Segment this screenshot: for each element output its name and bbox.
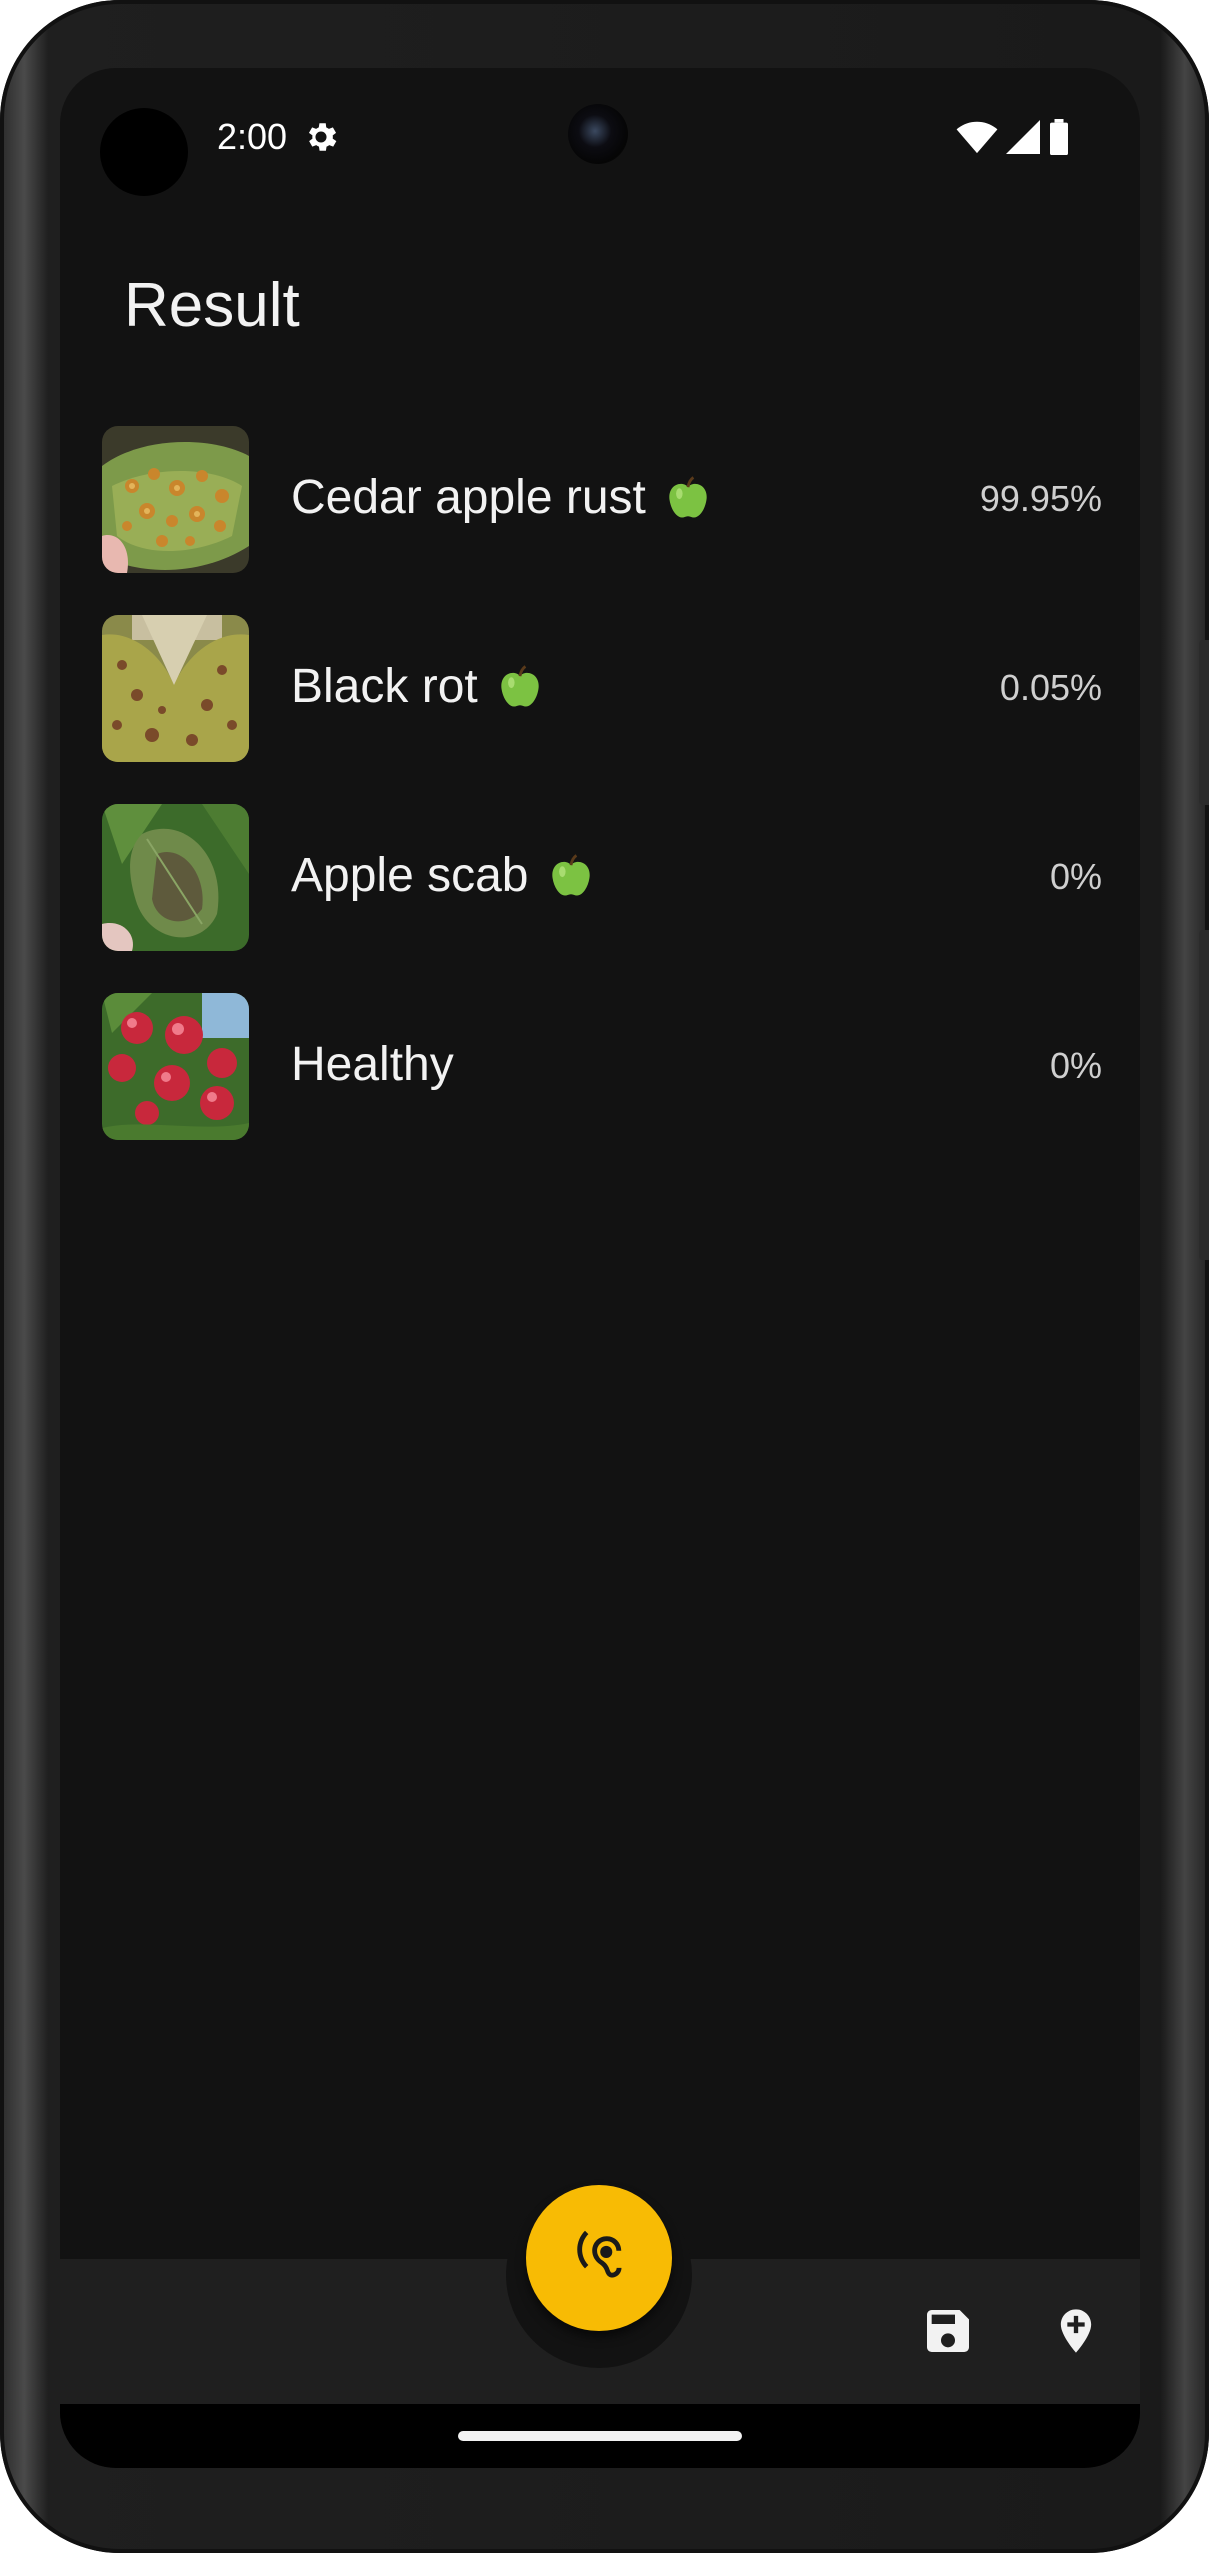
status-time: 2:00	[217, 116, 288, 157]
status-avatar	[100, 108, 188, 196]
cedar-apple-rust-thumbnail	[102, 426, 249, 573]
result-name: Black rot	[291, 660, 478, 713]
result-percent: 0.05%	[999, 667, 1102, 708]
app-screen: 2:00 Result Cedar apple rust 99.95% Blac…	[60, 68, 1140, 2468]
result-percent: 99.95%	[979, 478, 1102, 519]
list-item[interactable]: Black rot 0.05%	[102, 615, 1102, 804]
list-item[interactable]: Apple scab 0%	[102, 804, 1102, 993]
result-name: Apple scab	[291, 849, 529, 902]
result-label: Healthy	[291, 1037, 454, 1092]
power-button	[1199, 640, 1209, 805]
result-label: Apple scab	[291, 848, 597, 903]
result-percent: 0%	[1049, 856, 1102, 897]
save-button[interactable]	[916, 2299, 980, 2363]
list-item[interactable]: Healthy 0%	[102, 993, 1102, 1182]
save-icon	[927, 2310, 969, 2352]
status-icons	[956, 118, 1070, 156]
volume-button	[1199, 930, 1209, 1260]
healthy-apples-thumbnail	[102, 993, 249, 1140]
result-name: Healthy	[291, 1038, 454, 1091]
wifi-icon	[956, 121, 998, 154]
green-apple-icon	[551, 853, 590, 895]
phone-frame: 2:00 Result Cedar apple rust 99.95% Blac…	[0, 0, 1209, 2553]
result-label: Cedar apple rust	[291, 470, 714, 525]
apple-scab-thumbnail	[102, 804, 249, 951]
home-indicator[interactable]	[458, 2431, 742, 2441]
black-rot-thumbnail	[102, 615, 249, 762]
result-list: Cedar apple rust 99.95% Black rot 0.05% …	[102, 426, 1102, 1182]
cellular-signal-icon	[1006, 120, 1040, 154]
add-location-button[interactable]	[1044, 2299, 1108, 2363]
page-title: Result	[124, 271, 300, 340]
result-name: Cedar apple rust	[291, 471, 646, 524]
green-apple-icon	[669, 475, 707, 517]
list-item[interactable]: Cedar apple rust 99.95%	[102, 426, 1102, 615]
result-percent: 0%	[1049, 1045, 1102, 1086]
green-apple-icon	[501, 664, 539, 706]
settings-gear-icon	[308, 123, 337, 151]
battery-icon	[1050, 119, 1068, 155]
hearing-ear-icon	[577, 2230, 622, 2278]
status-bar: 2:00	[60, 68, 1140, 208]
add-location-icon	[1060, 2309, 1092, 2353]
front-camera	[568, 104, 628, 164]
listen-fab-button[interactable]	[526, 2185, 672, 2331]
result-label: Black rot	[291, 659, 546, 714]
